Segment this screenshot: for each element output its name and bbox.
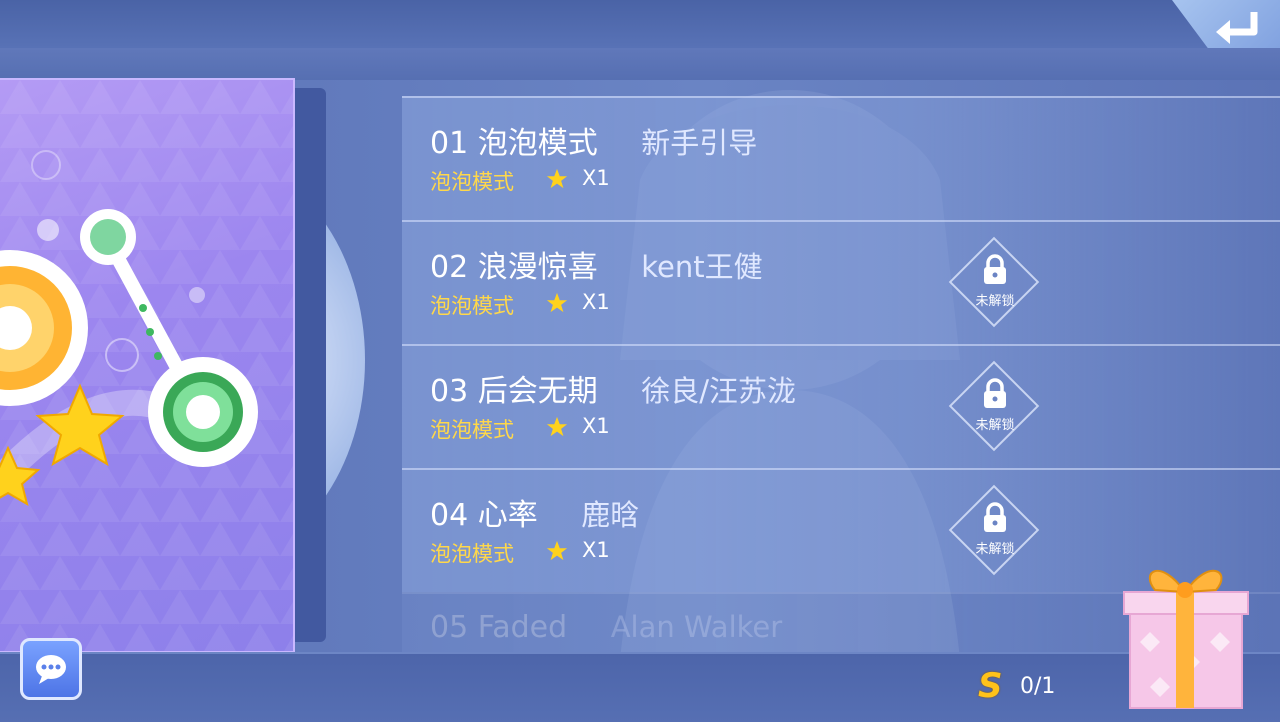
- album-sleeve-edge: [292, 88, 326, 642]
- song-mode: 泡泡模式: [430, 294, 514, 318]
- return-arrow-icon: [1216, 12, 1258, 44]
- song-multiplier: X1: [582, 290, 610, 314]
- bubble-mode-illustration: [0, 80, 293, 651]
- song-title: 04 心率 鹿晗: [430, 498, 640, 533]
- song-title: 02 浪漫惊喜 kent王健: [430, 250, 763, 285]
- song-multiplier: X1: [582, 414, 610, 438]
- locked-badge[interactable]: 未解锁: [948, 360, 1042, 454]
- song-artist: 徐良/汪苏泷: [641, 374, 797, 408]
- lock-label: 未解锁: [975, 294, 1015, 309]
- lock-label: 未解锁: [975, 542, 1015, 557]
- bottom-bar: [0, 652, 1280, 722]
- star-icon: [546, 540, 568, 561]
- lock-icon: [984, 378, 1006, 408]
- lock-icon: [984, 254, 1006, 284]
- chat-button[interactable]: [20, 638, 82, 700]
- lock-icon: [984, 502, 1006, 532]
- song-artist: Alan Walker: [610, 610, 783, 644]
- song-artist: kent王健: [641, 250, 763, 284]
- chat-bubble-icon: [36, 655, 66, 684]
- song-mode: 泡泡模式: [430, 418, 514, 442]
- song-row-02[interactable]: 02 浪漫惊喜 kent王健 泡泡模式 X1 未解锁: [402, 220, 1280, 344]
- song-multiplier: X1: [582, 166, 610, 190]
- score-icon: S: [978, 666, 1003, 706]
- song-title: 05 Faded Alan Walker: [430, 610, 783, 645]
- star-icon: [546, 168, 568, 189]
- star-icon: [546, 292, 568, 313]
- locked-badge[interactable]: 未解锁: [948, 236, 1042, 330]
- song-row-03[interactable]: 03 后会无期 徐良/汪苏泷 泡泡模式 X1 未解锁: [402, 344, 1280, 468]
- song-title: 03 后会无期 徐良/汪苏泷: [430, 374, 797, 409]
- top-bar: [0, 0, 1280, 50]
- album-cover: [0, 78, 295, 653]
- song-artist: 鹿晗: [581, 498, 640, 532]
- song-multiplier: X1: [582, 538, 610, 562]
- song-row-01[interactable]: 01 泡泡模式 新手引导 泡泡模式 X1: [402, 96, 1280, 220]
- score-value: 0/1: [1020, 674, 1056, 699]
- locked-badge[interactable]: 未解锁: [948, 484, 1042, 578]
- star-icon: [546, 416, 568, 437]
- song-mode: 泡泡模式: [430, 542, 514, 566]
- lock-label: 未解锁: [975, 418, 1015, 433]
- gift-box-icon[interactable]: [1120, 552, 1250, 712]
- song-mode: 泡泡模式: [430, 170, 514, 194]
- song-artist: 新手引导: [641, 126, 758, 160]
- song-title: 01 泡泡模式 新手引导: [430, 126, 758, 161]
